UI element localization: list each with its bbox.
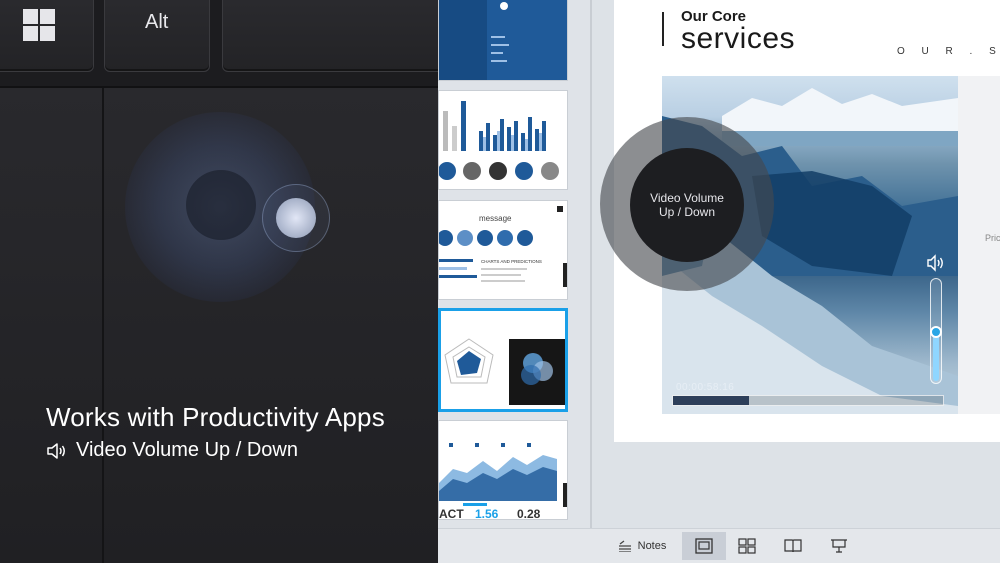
alt-key-label: Alt <box>145 11 169 33</box>
slide-show-button[interactable] <box>822 532 856 560</box>
slide-thumbnail-5-art: ACT 1.56 0.28 <box>439 443 567 520</box>
slide-thumbnail-3-art: message CHARTS AND PREDICTIONS <box>439 206 567 287</box>
slide-thumbnail-4-art <box>444 338 565 405</box>
radial-gesture-center <box>186 170 256 240</box>
feature-caption: Works with Productivity Apps Video Volum… <box>46 402 385 462</box>
caption-subtitle-row: Video Volume Up / Down <box>46 439 385 462</box>
speaker-icon <box>47 442 65 459</box>
slide-sorter-icon <box>738 538 756 554</box>
slide-thumbnail-5-value-2: 0.28 <box>517 507 541 520</box>
slide-show-icon <box>831 539 847 553</box>
slide-thumbnail-pane[interactable]: message CHARTS AND PREDICTIONS ACT 1.56 … <box>438 0 590 528</box>
notes-button[interactable]: Notes <box>606 532 678 560</box>
windows-key[interactable] <box>0 0 94 72</box>
slide-sorter-button[interactable] <box>730 532 764 560</box>
notes-icon <box>618 540 631 552</box>
notes-label: Notes <box>637 540 667 552</box>
alt-key[interactable]: Alt <box>104 0 210 72</box>
caption-title: Works with Productivity Apps <box>46 402 385 432</box>
slide-spaced-text[interactable]: O U R . S E <box>897 46 1000 57</box>
keyboard-area: Alt Works with Productivity Apps Video V… <box>0 0 438 563</box>
video-progress-fill <box>673 396 749 405</box>
radial-dial-label-line1: Video Volume <box>650 191 724 205</box>
slide-thumbnail-3[interactable]: message CHARTS AND PREDICTIONS <box>438 200 568 300</box>
slide-thumbnail-3-heading: message <box>479 214 512 223</box>
slide-thumbnail-5-value-1: 1.56 <box>475 507 499 520</box>
slide-title[interactable]: services <box>681 22 795 56</box>
slide-thumbnail-5-word: ACT <box>439 507 464 520</box>
volume-slider[interactable] <box>930 278 942 384</box>
finger-touch-point <box>276 198 316 238</box>
trackpad-divider <box>102 88 104 563</box>
caption-subtitle: Video Volume Up / Down <box>76 439 298 461</box>
space-key[interactable] <box>222 0 438 72</box>
slide-side-text[interactable]: Price <box>985 233 1000 243</box>
normal-view-button[interactable] <box>682 532 726 560</box>
slide-thumbnail-4-selected[interactable] <box>438 308 568 412</box>
radial-dial-center: Video Volume Up / Down <box>630 148 744 262</box>
video-progress-bar[interactable] <box>672 395 944 406</box>
video-timestamp: 00:00:58:16 <box>676 382 735 393</box>
reading-view-icon <box>784 539 802 553</box>
slide-side-panel <box>958 76 1000 414</box>
normal-view-icon <box>695 538 713 554</box>
reading-view-button[interactable] <box>776 532 810 560</box>
volume-icon[interactable] <box>926 254 946 272</box>
slide-title-accent-bar <box>662 12 664 46</box>
radial-dial-label-line2: Up / Down <box>658 205 716 219</box>
slide-thumbnail-3-subheading: CHARTS AND PREDICTIONS <box>481 259 542 264</box>
windows-logo-icon <box>23 9 55 41</box>
volume-slider-thumb[interactable] <box>930 326 942 338</box>
slide-thumbnail-5[interactable]: ACT 1.56 0.28 <box>438 420 568 520</box>
status-bar: Notes <box>438 528 1000 563</box>
slide-thumbnail-2[interactable] <box>438 90 568 190</box>
volume-slider-fill <box>933 331 939 381</box>
slide-thumbnail-2-art <box>439 101 559 180</box>
slide-thumbnail-1[interactable] <box>438 0 568 81</box>
slide-thumbnail-1-art <box>439 0 509 80</box>
